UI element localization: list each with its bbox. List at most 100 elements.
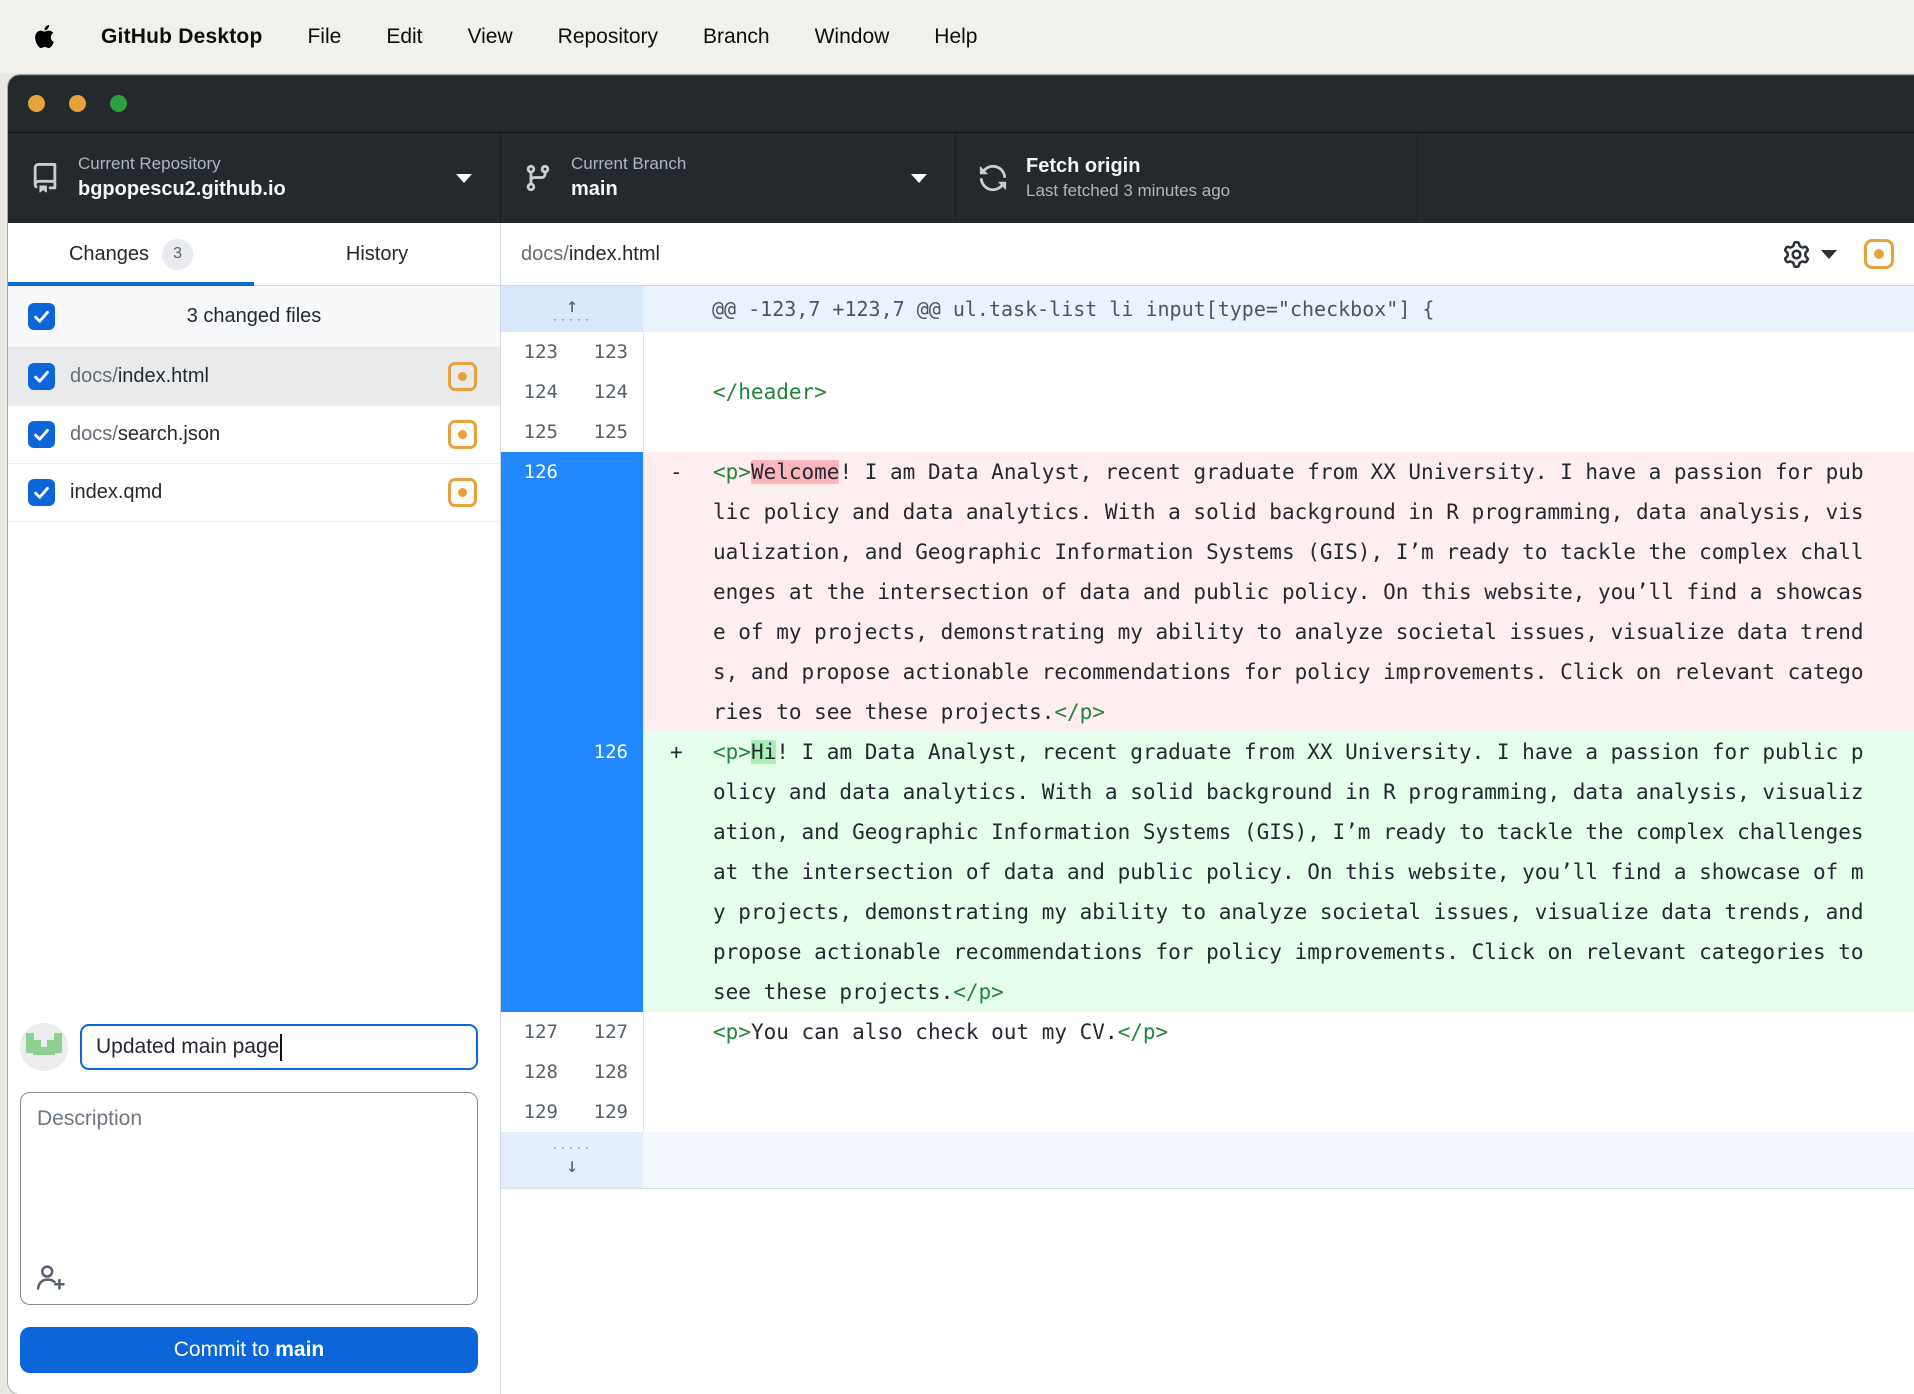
checkmark-icon [32, 483, 51, 502]
menu-item-branch[interactable]: Branch [703, 25, 770, 49]
old-line-number[interactable]: 124 [501, 372, 573, 412]
diff-file-path: docs/index.html [521, 243, 660, 266]
file-row[interactable]: docs/index.html [8, 348, 500, 406]
current-branch-label: Current Branch [571, 153, 686, 176]
new-line-number[interactable]: 123 [573, 332, 643, 372]
changed-files-count-label: 3 changed files [8, 305, 500, 328]
new-line-number[interactable] [573, 772, 643, 812]
github-desktop-window: Current Repository bgpopescu2.github.io … [8, 75, 1914, 1394]
old-line-number[interactable] [501, 612, 573, 652]
new-line-number[interactable] [573, 652, 643, 692]
select-all-row[interactable]: 3 changed files [8, 286, 500, 348]
menu-item-view[interactable]: View [468, 25, 513, 49]
old-line-number[interactable] [501, 892, 573, 932]
diff-line-content: s, and propose actionable recommendation… [643, 652, 1914, 692]
old-line-number[interactable]: 127 [501, 1012, 573, 1052]
file-checkbox[interactable] [28, 363, 55, 390]
tab-changes[interactable]: Changes 3 [8, 223, 254, 285]
diff-pane: docs/index.html ↑·····@@ -123,7 +123,7 @… [501, 223, 1914, 1394]
new-line-number[interactable]: 125 [573, 412, 643, 452]
old-line-number[interactable]: 128 [501, 1052, 573, 1092]
description-input[interactable] [20, 1092, 478, 1305]
expand-down-icon: ↓ [566, 1155, 578, 1175]
old-line-number[interactable] [501, 772, 573, 812]
old-line-number[interactable] [501, 972, 573, 1012]
file-row[interactable]: docs/search.json [8, 406, 500, 464]
file-row[interactable]: index.qmd [8, 464, 500, 522]
avatar [20, 1023, 68, 1071]
tab-history[interactable]: History [254, 223, 500, 285]
old-line-number[interactable]: 129 [501, 1092, 573, 1132]
menu-item-repository[interactable]: Repository [558, 25, 658, 49]
menu-item-file[interactable]: File [307, 25, 341, 49]
file-checkbox[interactable] [28, 479, 55, 506]
diff-line-content: +<p>Hi! I am Data Analyst, recent gradua… [643, 732, 1914, 772]
old-line-number[interactable]: 123 [501, 332, 573, 372]
new-line-number[interactable]: 128 [573, 1052, 643, 1092]
new-line-number[interactable]: 126 [573, 732, 643, 772]
new-line-number[interactable] [573, 972, 643, 1012]
diff-line-content: see these projects.</p> [643, 972, 1914, 1012]
diff-options-button[interactable] [1783, 241, 1837, 268]
current-branch-value: main [571, 176, 686, 203]
old-line-number[interactable] [501, 812, 573, 852]
minimize-window-button[interactable] [69, 95, 86, 112]
new-line-number[interactable] [573, 612, 643, 652]
diff-line-content [643, 332, 1914, 372]
close-window-button[interactable] [28, 95, 45, 112]
commit-form: Updated main page Commit to main [8, 1023, 500, 1394]
old-line-number[interactable] [501, 852, 573, 892]
summary-input-value: Updated main page [96, 1035, 279, 1059]
old-line-number[interactable]: 126 [501, 452, 573, 492]
menu-app-name[interactable]: GitHub Desktop [101, 25, 262, 49]
diff-line-content: propose actionable recommendations for p… [643, 932, 1914, 972]
expand-up-control[interactable]: ↑····· [501, 286, 643, 332]
diff-line: 126-<p>Welcome! I am Data Analyst, recen… [501, 452, 1914, 492]
new-line-number[interactable] [573, 852, 643, 892]
diff-line: propose actionable recommendations for p… [501, 932, 1914, 972]
fetch-origin-button[interactable]: Fetch origin Last fetched 3 minutes ago [955, 133, 1417, 223]
menu-item-window[interactable]: Window [815, 25, 890, 49]
old-line-number[interactable] [501, 732, 573, 772]
main-content: Changes 3 History 3 changed files docs/i… [8, 223, 1914, 1394]
diff-line: 128128 [501, 1052, 1914, 1092]
current-repository-button[interactable]: Current Repository bgpopescu2.github.io [8, 133, 500, 223]
diff-line: e of my projects, demonstrating my abili… [501, 612, 1914, 652]
diff-line-content: e of my projects, demonstrating my abili… [643, 612, 1914, 652]
expand-down-control[interactable]: ·····↓ [501, 1132, 643, 1188]
file-checkbox[interactable] [28, 421, 55, 448]
new-line-number[interactable] [573, 452, 643, 492]
diff-line: ries to see these projects.</p> [501, 692, 1914, 732]
commit-to-main-button[interactable]: Commit to main [20, 1327, 478, 1373]
new-line-number[interactable] [573, 892, 643, 932]
zoom-window-button[interactable] [110, 95, 127, 112]
hunk-header-row: ↑·····@@ -123,7 +123,7 @@ ul.task-list l… [501, 286, 1914, 332]
menu-item-help[interactable]: Help [934, 25, 977, 49]
gear-icon [1783, 241, 1810, 268]
apple-menu-icon[interactable] [33, 23, 56, 50]
new-line-number[interactable]: 129 [573, 1092, 643, 1132]
new-line-number[interactable]: 127 [573, 1012, 643, 1052]
old-line-number[interactable] [501, 572, 573, 612]
new-line-number[interactable] [573, 492, 643, 532]
new-line-number[interactable]: 124 [573, 372, 643, 412]
modified-status-icon [448, 362, 477, 391]
window-title-bar[interactable] [8, 75, 1914, 132]
old-line-number[interactable]: 125 [501, 412, 573, 452]
current-branch-button[interactable]: Current Branch main [500, 133, 955, 223]
diff-line-content: <p>You can also check out my CV.</p> [643, 1012, 1914, 1052]
menu-item-edit[interactable]: Edit [386, 25, 422, 49]
old-line-number[interactable] [501, 532, 573, 572]
summary-input[interactable]: Updated main page [80, 1024, 478, 1070]
old-line-number[interactable] [501, 652, 573, 692]
new-line-number[interactable] [573, 572, 643, 612]
new-line-number[interactable] [573, 932, 643, 972]
new-line-number[interactable] [573, 692, 643, 732]
old-line-number[interactable] [501, 692, 573, 732]
select-all-checkbox[interactable] [28, 303, 55, 330]
add-coauthor-icon[interactable] [35, 1261, 66, 1292]
old-line-number[interactable] [501, 932, 573, 972]
old-line-number[interactable] [501, 492, 573, 532]
new-line-number[interactable] [573, 532, 643, 572]
new-line-number[interactable] [573, 812, 643, 852]
